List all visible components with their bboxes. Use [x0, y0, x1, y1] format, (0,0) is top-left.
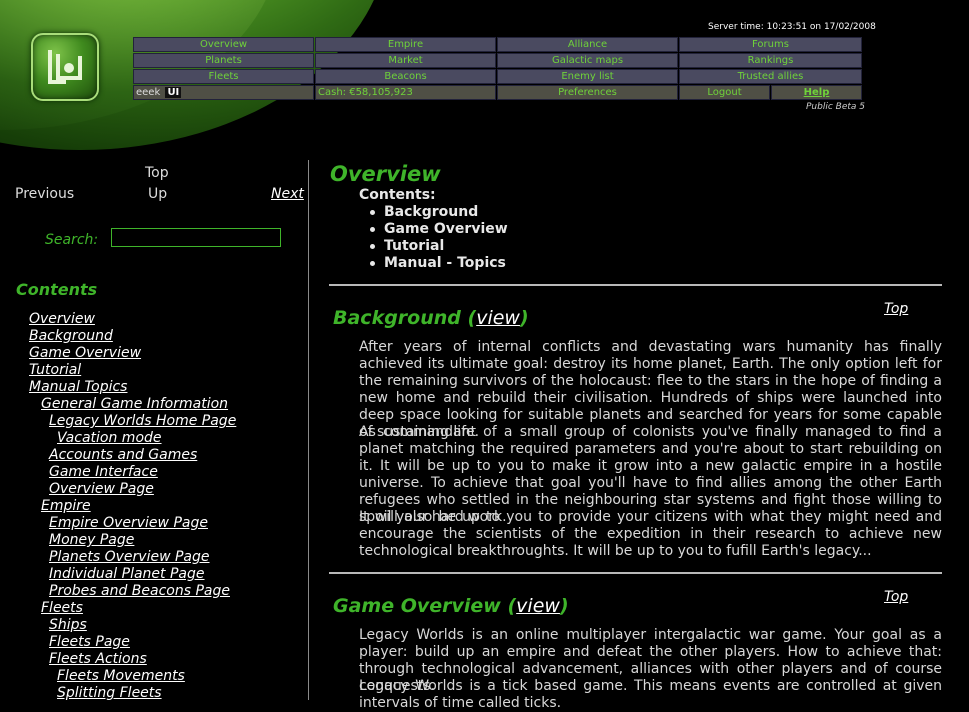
nav-trusted-allies[interactable]: Trusted allies: [679, 69, 862, 84]
header: Server time: 10:23:51 on 17/02/2008 Over…: [0, 0, 969, 160]
background-top-link[interactable]: Top: [884, 301, 908, 317]
beta-label: Public Beta 5: [806, 102, 865, 112]
toc-item[interactable]: Overview Page: [0, 481, 308, 498]
game-overview-view-link[interactable]: view: [516, 595, 560, 617]
toc-item[interactable]: Money Page: [0, 532, 308, 549]
toc-item[interactable]: Manual Topics: [0, 379, 308, 396]
main-content: Overview Contents: Background Game Overv…: [320, 160, 960, 711]
table-of-contents: Overview Background Game Overview Tutorial M…: [0, 311, 308, 702]
toc-item[interactable]: Game Overview: [0, 345, 308, 362]
server-time: Server time: 10:23:51 on 17/02/2008: [708, 22, 876, 32]
sidebar: Top Previous Up Next Search: Contents Ov…: [0, 160, 308, 702]
contents-heading: Contents:: [359, 187, 436, 203]
background-paragraph-3: It will also be up to you to provide you…: [359, 509, 942, 559]
up-link[interactable]: Up: [148, 186, 167, 202]
username: eeek: [136, 87, 161, 98]
toc-item[interactable]: Planets Overview Page: [0, 549, 308, 566]
game-overview-top-link[interactable]: Top: [884, 589, 908, 605]
nav-alliance[interactable]: Alliance: [497, 37, 678, 52]
nav-rankings[interactable]: Rankings: [679, 53, 862, 68]
nav-beacons[interactable]: Beacons: [315, 69, 496, 84]
next-link[interactable]: Next: [271, 186, 304, 202]
top-link[interactable]: Top: [145, 165, 169, 181]
legacy-worlds-logo-icon[interactable]: [31, 33, 99, 101]
toc-item[interactable]: Empire: [0, 498, 308, 515]
page-title: Overview: [330, 162, 441, 186]
toc-item[interactable]: Splitting Fleets: [0, 685, 308, 702]
toc-item[interactable]: Legacy Worlds Home Page: [0, 413, 308, 430]
nav-forums[interactable]: Forums: [679, 37, 862, 52]
game-overview-title: Game Overview: [333, 595, 501, 617]
toc-item[interactable]: Fleets Actions: [0, 651, 308, 668]
toc-item[interactable]: Tutorial: [0, 362, 308, 379]
cash-amount: Cash: €58,105,923: [318, 87, 413, 98]
section-divider: [329, 284, 942, 286]
toc-item[interactable]: Accounts and Games: [0, 447, 308, 464]
nav-enemy-list[interactable]: Enemy list: [497, 69, 678, 84]
background-heading: Background (view): [333, 307, 529, 329]
search-label: Search:: [45, 232, 99, 248]
contents-title: Contents: [16, 280, 98, 299]
nav-preferences[interactable]: Preferences: [497, 85, 678, 100]
game-overview-heading: Game Overview (view): [333, 595, 569, 617]
toc-item[interactable]: Game Interface: [0, 464, 308, 481]
nav-help[interactable]: Help: [804, 87, 830, 98]
nav-overview[interactable]: Overview: [133, 37, 314, 52]
background-view-link[interactable]: view: [476, 307, 520, 329]
cash-cell: Cash: €58,105,923: [315, 85, 496, 100]
toc-item[interactable]: Probes and Beacons Page: [0, 583, 308, 600]
toc-item[interactable]: Empire Overview Page: [0, 515, 308, 532]
toc-item[interactable]: Ships: [0, 617, 308, 634]
contents-item-game-overview: Game Overview: [359, 221, 508, 238]
toc-item[interactable]: Fleets Page: [0, 634, 308, 651]
nav-empire[interactable]: Empire: [315, 37, 496, 52]
background-title: Background: [333, 307, 461, 329]
toc-item[interactable]: Background: [0, 328, 308, 345]
game-overview-paragraph-2: Legacy Worlds is a tick based game. This…: [359, 678, 942, 711]
pane-divider: [308, 160, 309, 700]
nav-logout[interactable]: Logout: [679, 85, 770, 100]
toc-item[interactable]: Individual Planet Page: [0, 566, 308, 583]
previous-link[interactable]: Previous: [15, 186, 74, 202]
search-input[interactable]: [111, 228, 281, 247]
section-divider: [329, 572, 942, 574]
contents-list: Background Game Overview Tutorial Manual…: [359, 204, 508, 272]
nav-market[interactable]: Market: [315, 53, 496, 68]
contents-item-tutorial: Tutorial: [359, 238, 508, 255]
contents-item-background: Background: [359, 204, 508, 221]
nav-galactic-maps[interactable]: Galactic maps: [497, 53, 678, 68]
toc-item[interactable]: Fleets Movements: [0, 668, 308, 685]
nav-fleets[interactable]: Fleets: [133, 69, 314, 84]
toc-item[interactable]: General Game Information: [0, 396, 308, 413]
nav-help-cell: Help: [771, 85, 862, 100]
nav-planets[interactable]: Planets: [133, 53, 314, 68]
toc-item[interactable]: Vacation mode: [0, 430, 308, 447]
ui-badge[interactable]: UI: [165, 87, 182, 98]
toc-item[interactable]: Overview: [0, 311, 308, 328]
contents-item-manual-topics: Manual - Topics: [359, 255, 508, 272]
toc-item[interactable]: Fleets: [0, 600, 308, 617]
user-cell: eeek UI: [133, 85, 314, 100]
